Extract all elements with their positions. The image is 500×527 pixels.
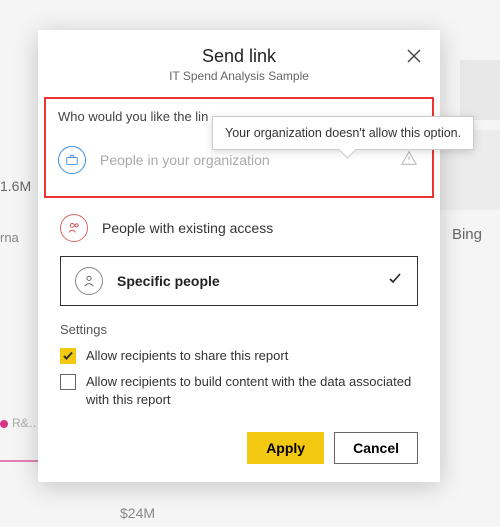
send-link-dialog: Send link IT Spend Analysis Sample Who w… <box>38 30 440 482</box>
checkbox-icon <box>60 348 76 364</box>
people-icon <box>60 214 88 242</box>
dialog-subtitle: IT Spend Analysis Sample <box>78 69 400 83</box>
disabled-option-tooltip: Your organization doesn't allow this opt… <box>212 116 474 150</box>
close-button[interactable] <box>402 48 426 72</box>
bg-value-2: $24M <box>120 505 155 521</box>
checkbox-allow-share[interactable]: Allow recipients to share this report <box>60 347 418 365</box>
option-specific-people[interactable]: Specific people <box>60 256 418 306</box>
apply-button[interactable]: Apply <box>247 432 324 464</box>
option-label: Specific people <box>117 273 373 289</box>
option-existing-access[interactable]: People with existing access <box>60 206 418 250</box>
bg-decor <box>460 60 500 120</box>
briefcase-icon <box>58 146 86 174</box>
settings-heading: Settings <box>60 322 418 337</box>
checkbox-label: Allow recipients to build content with t… <box>86 373 418 409</box>
checkbox-icon <box>60 374 76 390</box>
person-icon <box>75 267 103 295</box>
cancel-button[interactable]: Cancel <box>334 432 418 464</box>
bing-attribution: Bing <box>452 226 482 243</box>
checkbox-label: Allow recipients to share this report <box>86 347 288 365</box>
dialog-actions: Apply Cancel <box>38 418 440 464</box>
option-label: People with existing access <box>102 220 418 236</box>
checkbox-allow-build[interactable]: Allow recipients to build content with t… <box>60 373 418 409</box>
close-icon <box>406 48 422 64</box>
bg-label-1: rna <box>0 230 19 245</box>
dialog-title: Send link <box>78 46 400 67</box>
dialog-header: Send link IT Spend Analysis Sample <box>38 30 440 93</box>
bg-value-1: 1.6M <box>0 178 31 194</box>
warning-icon <box>400 149 420 172</box>
bg-legend-rd: R&… <box>0 416 41 430</box>
checkmark-icon <box>387 271 403 292</box>
